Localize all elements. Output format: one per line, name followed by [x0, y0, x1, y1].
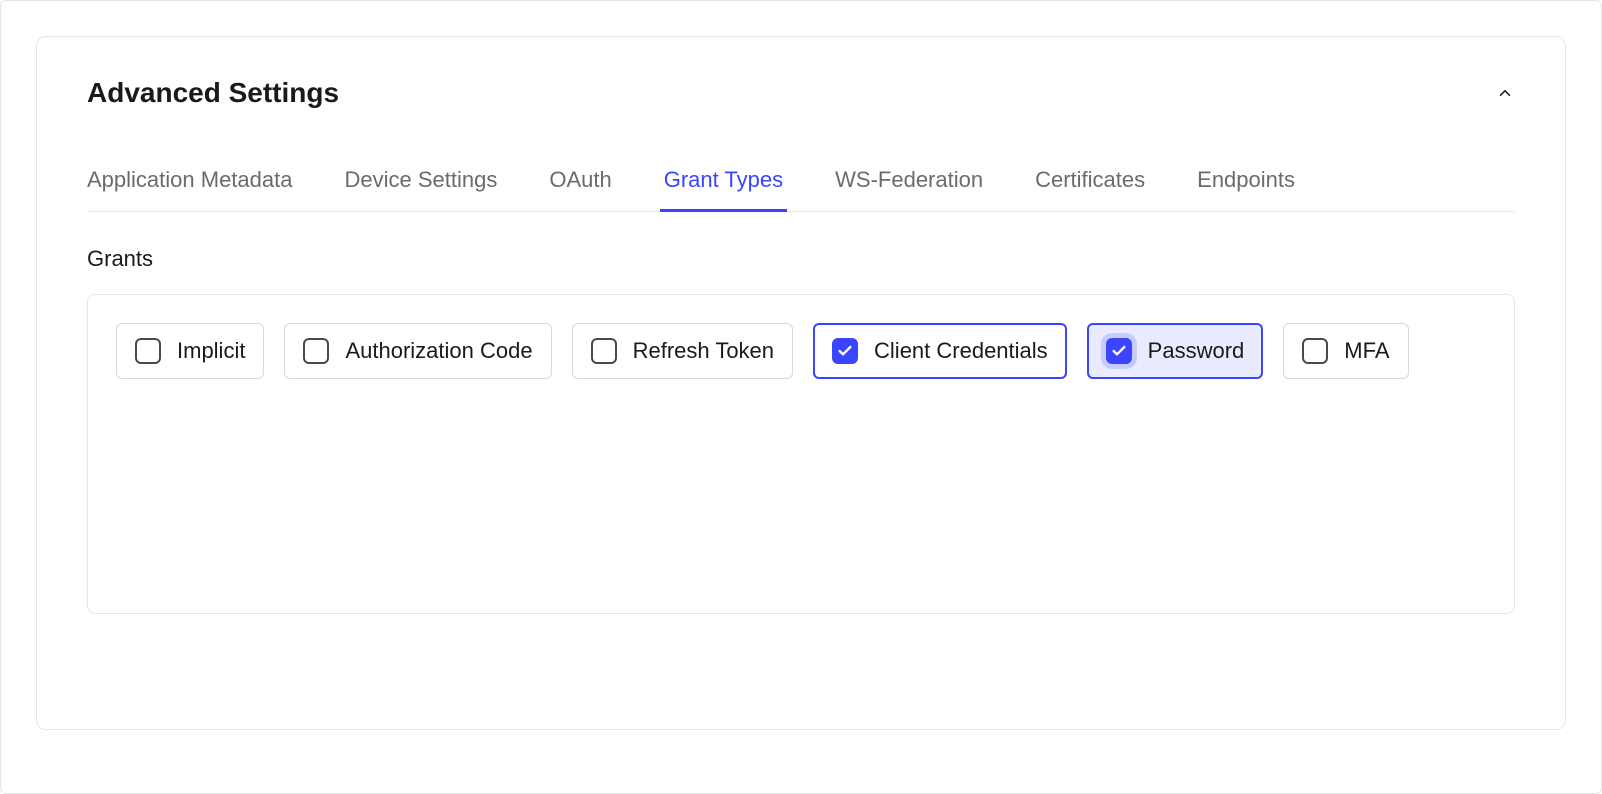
grant-chip-label: Password: [1148, 338, 1245, 364]
tab-label: Endpoints: [1197, 167, 1295, 192]
tab-grant-types[interactable]: Grant Types: [664, 167, 783, 211]
grant-chip-label: Implicit: [177, 338, 245, 364]
advanced-settings-card: Advanced Settings Application Metadata De…: [36, 36, 1566, 730]
card-header[interactable]: Advanced Settings: [87, 77, 1515, 109]
grant-chip-password[interactable]: Password: [1087, 323, 1264, 379]
grant-chip-refresh-token[interactable]: Refresh Token: [572, 323, 793, 379]
grants-section-label: Grants: [87, 246, 1515, 272]
grant-chip-label: Client Credentials: [874, 338, 1048, 364]
tab-label: Application Metadata: [87, 167, 292, 192]
tab-device-settings[interactable]: Device Settings: [344, 167, 497, 211]
chevron-up-icon[interactable]: [1495, 83, 1515, 103]
tab-label: Grant Types: [664, 167, 783, 192]
settings-tabs: Application Metadata Device Settings OAuth…: [87, 167, 1515, 212]
checkbox-checked-icon[interactable]: [832, 338, 858, 364]
tab-certificates[interactable]: Certificates: [1035, 167, 1145, 211]
grant-chip-label: Authorization Code: [345, 338, 532, 364]
grant-chip-label: MFA: [1344, 338, 1389, 364]
tab-endpoints[interactable]: Endpoints: [1197, 167, 1295, 211]
grant-chip-mfa[interactable]: MFA: [1283, 323, 1408, 379]
checkbox-unchecked-icon[interactable]: [135, 338, 161, 364]
grant-chip-implicit[interactable]: Implicit: [116, 323, 264, 379]
tab-oauth[interactable]: OAuth: [549, 167, 611, 211]
card-title: Advanced Settings: [87, 77, 339, 109]
grant-chip-list: Implicit Authorization Code Refresh Token C…: [116, 323, 1486, 379]
checkbox-unchecked-icon[interactable]: [1302, 338, 1328, 364]
checkbox-checked-icon[interactable]: [1106, 338, 1132, 364]
grant-chip-label: Refresh Token: [633, 338, 774, 364]
grant-chip-client-credentials[interactable]: Client Credentials: [813, 323, 1067, 379]
tab-label: OAuth: [549, 167, 611, 192]
tab-label: Certificates: [1035, 167, 1145, 192]
tab-ws-federation[interactable]: WS-Federation: [835, 167, 983, 211]
tab-label: Device Settings: [344, 167, 497, 192]
tab-label: WS-Federation: [835, 167, 983, 192]
outer-frame: Advanced Settings Application Metadata De…: [0, 0, 1602, 794]
grant-chip-authorization-code[interactable]: Authorization Code: [284, 323, 551, 379]
grants-container: Implicit Authorization Code Refresh Token C…: [87, 294, 1515, 614]
checkbox-unchecked-icon[interactable]: [591, 338, 617, 364]
checkbox-unchecked-icon[interactable]: [303, 338, 329, 364]
tab-application-metadata[interactable]: Application Metadata: [87, 167, 292, 211]
